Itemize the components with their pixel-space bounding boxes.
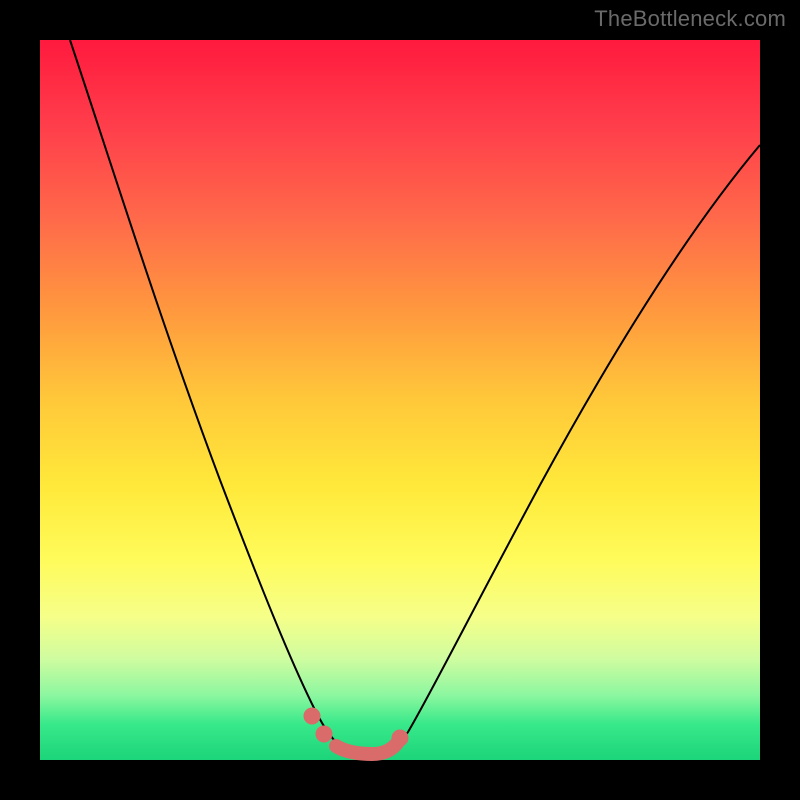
chart-svg [40,40,760,760]
chart-frame: TheBottleneck.com [0,0,800,800]
bottleneck-curve [70,40,760,754]
plot-area [40,40,760,760]
watermark-text: TheBottleneck.com [594,6,786,32]
highlight-segment [304,708,408,754]
